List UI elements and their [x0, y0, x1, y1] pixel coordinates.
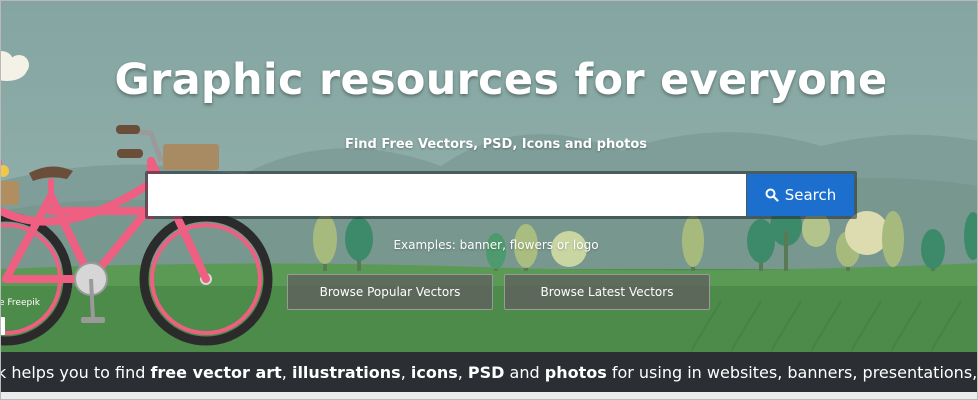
credit-icon	[1, 317, 5, 335]
search-examples: Examples: banner, flowers or logo	[393, 238, 599, 252]
tagline-segment: for using in websites, banners, presenta…	[606, 363, 978, 382]
tagline-keyword: free vector art	[150, 363, 282, 382]
tagline-segment: ,	[400, 363, 411, 382]
tagline-keyword: icons	[410, 363, 458, 382]
tagline-bar: k helps you to find free vector art, ill…	[0, 352, 978, 392]
page-title: Graphic resources for everyone	[114, 55, 888, 105]
tagline-keyword: PSD	[467, 363, 505, 382]
search-input[interactable]	[148, 174, 746, 216]
tagline-segment: and	[504, 363, 545, 382]
hero-subtitle: Find Free Vectors, PSD, Icons and photos	[344, 137, 648, 152]
tagline-segment: k helps you to find	[0, 363, 151, 382]
tagline-segment: ,	[457, 363, 468, 382]
search-button[interactable]: Search	[747, 174, 854, 216]
search-bar: Search	[145, 171, 857, 219]
browse-latest-button[interactable]: Browse Latest Vectors	[504, 274, 710, 310]
bottom-strip	[1, 392, 977, 399]
search-button-label: Search	[784, 186, 837, 204]
tagline-text: k helps you to find free vector art, ill…	[0, 363, 978, 382]
tagline-keyword: photos	[544, 363, 607, 382]
browse-popular-button[interactable]: Browse Popular Vectors	[287, 274, 493, 310]
tagline-keyword: illustrations	[291, 363, 401, 382]
illustration-credit: e Freepik	[0, 298, 40, 308]
search-icon	[765, 188, 779, 202]
tagline-segment: ,	[281, 363, 292, 382]
hero-banner: Graphic resources for everyone Find Free…	[0, 0, 978, 400]
